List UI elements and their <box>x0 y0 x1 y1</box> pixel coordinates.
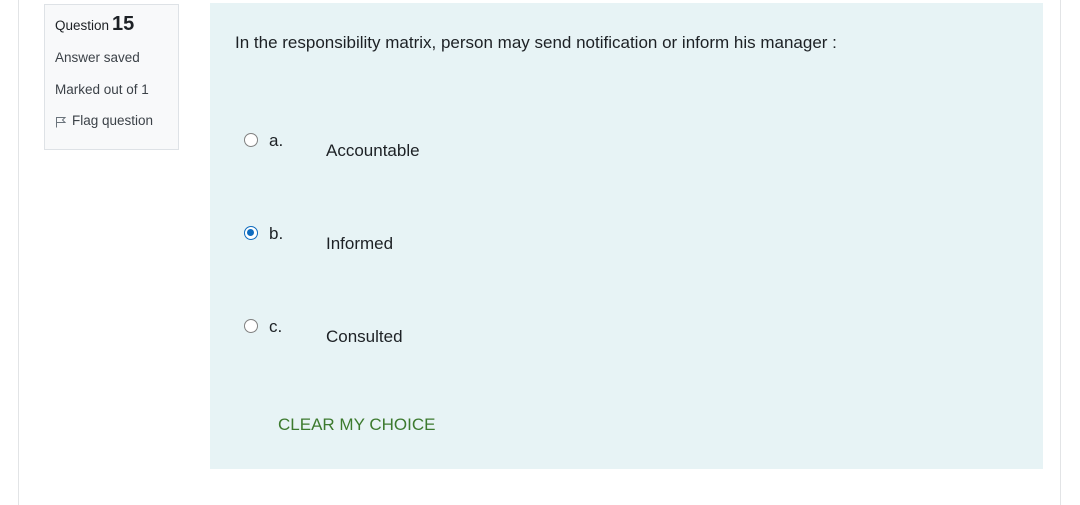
answer-status: Answer saved <box>55 50 140 65</box>
question-number: 15 <box>112 13 135 35</box>
option-c-text[interactable]: Consulted <box>326 327 403 347</box>
page-divider-right <box>1060 0 1061 505</box>
quiz-page: Question 15 Answer saved Marked out of 1 … <box>0 0 1080 505</box>
question-info-panel: Question 15 Answer saved Marked out of 1 … <box>44 4 179 150</box>
option-a-letter: a. <box>269 131 284 150</box>
option-b-text[interactable]: Informed <box>326 234 393 254</box>
option-b-letter: b. <box>269 224 284 243</box>
option-b-radio[interactable] <box>244 226 258 240</box>
option-a-radio[interactable] <box>244 133 258 147</box>
option-c-radio[interactable] <box>244 319 258 333</box>
option-c-letter: c. <box>269 317 283 336</box>
flag-icon <box>55 115 67 128</box>
flag-question-label: Flag question <box>72 113 154 128</box>
marks-info: Marked out of 1 <box>55 82 149 97</box>
clear-my-choice-link[interactable]: CLEAR MY CHOICE <box>278 415 435 435</box>
question-heading: Question 15 <box>55 13 168 35</box>
question-content: In the responsibility matrix, person may… <box>210 3 1043 469</box>
question-text: In the responsibility matrix, person may… <box>235 33 837 52</box>
flag-question-button[interactable]: Flag question <box>55 112 168 130</box>
page-divider-left <box>18 0 19 505</box>
question-label: Question <box>55 18 110 33</box>
option-a-text[interactable]: Accountable <box>326 141 420 161</box>
